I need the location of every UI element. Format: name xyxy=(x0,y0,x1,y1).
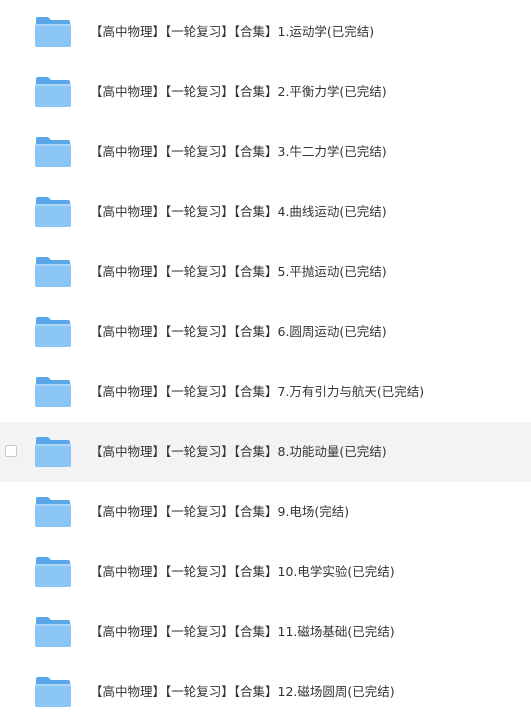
folder-icon xyxy=(35,617,71,647)
folder-icon xyxy=(35,257,71,287)
file-name[interactable]: 【高中物理】【一轮复习】【合集】8.功能动量(已完结) xyxy=(90,422,387,482)
file-name[interactable]: 【高中物理】【一轮复习】【合集】6.圆周运动(已完结) xyxy=(90,302,387,362)
file-name[interactable]: 【高中物理】【一轮复习】【合集】7.万有引力与航天(已完结) xyxy=(90,362,424,422)
file-name[interactable]: 【高中物理】【一轮复习】【合集】12.磁场圆周(已完结) xyxy=(90,662,395,722)
folder-icon xyxy=(35,557,71,587)
file-name[interactable]: 【高中物理】【一轮复习】【合集】9.电场(完结) xyxy=(90,482,349,542)
file-row[interactable]: 【高中物理】【一轮复习】【合集】7.万有引力与航天(已完结) xyxy=(0,362,531,422)
file-name[interactable]: 【高中物理】【一轮复习】【合集】10.电学实验(已完结) xyxy=(90,542,395,602)
file-row[interactable]: 【高中物理】【一轮复习】【合集】11.磁场基础(已完结) xyxy=(0,602,531,662)
file-name[interactable]: 【高中物理】【一轮复习】【合集】1.运动学(已完结) xyxy=(90,2,374,62)
folder-icon xyxy=(35,497,71,527)
file-name[interactable]: 【高中物理】【一轮复习】【合集】5.平抛运动(已完结) xyxy=(90,242,387,302)
file-row[interactable]: 【高中物理】【一轮复习】【合集】9.电场(完结) xyxy=(0,482,531,542)
file-row[interactable]: 【高中物理】【一轮复习】【合集】2.平衡力学(已完结) xyxy=(0,62,531,122)
folder-icon xyxy=(35,77,71,107)
folder-icon xyxy=(35,677,71,707)
folder-icon xyxy=(35,197,71,227)
file-row[interactable]: 【高中物理】【一轮复习】【合集】4.曲线运动(已完结) xyxy=(0,182,531,242)
file-name[interactable]: 【高中物理】【一轮复习】【合集】2.平衡力学(已完结) xyxy=(90,62,387,122)
file-name[interactable]: 【高中物理】【一轮复习】【合集】11.磁场基础(已完结) xyxy=(90,602,395,662)
folder-icon xyxy=(35,137,71,167)
file-row[interactable]: 【高中物理】【一轮复习】【合集】8.功能动量(已完结) xyxy=(0,422,531,482)
file-row[interactable]: 【高中物理】【一轮复习】【合集】3.牛二力学(已完结) xyxy=(0,122,531,182)
file-row[interactable]: 【高中物理】【一轮复习】【合集】1.运动学(已完结) xyxy=(0,2,531,62)
file-name[interactable]: 【高中物理】【一轮复习】【合集】4.曲线运动(已完结) xyxy=(90,182,387,242)
file-row[interactable]: 【高中物理】【一轮复习】【合集】12.磁场圆周(已完结) xyxy=(0,662,531,722)
file-row[interactable]: 【高中物理】【一轮复习】【合集】6.圆周运动(已完结) xyxy=(0,302,531,362)
row-checkbox[interactable] xyxy=(5,445,17,457)
folder-icon xyxy=(35,17,71,47)
file-list: 【高中物理】【一轮复习】【合集】1.运动学(已完结) 【高中物理】【一轮复习】【… xyxy=(0,0,531,722)
file-row[interactable]: 【高中物理】【一轮复习】【合集】5.平抛运动(已完结) xyxy=(0,242,531,302)
folder-icon xyxy=(35,317,71,347)
folder-icon xyxy=(35,437,71,467)
folder-icon xyxy=(35,377,71,407)
file-name[interactable]: 【高中物理】【一轮复习】【合集】3.牛二力学(已完结) xyxy=(90,122,387,182)
file-row[interactable]: 【高中物理】【一轮复习】【合集】10.电学实验(已完结) xyxy=(0,542,531,602)
